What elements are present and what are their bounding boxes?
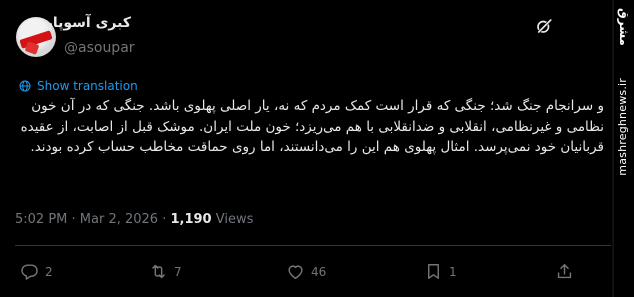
reply-icon bbox=[21, 264, 38, 280]
reply-button[interactable]: 2 bbox=[20, 262, 53, 281]
globe-icon bbox=[19, 80, 31, 92]
bookmark-button[interactable]: 1 bbox=[424, 262, 457, 281]
repost-button[interactable]: 7 bbox=[149, 262, 182, 281]
author-display-name[interactable]: کبری آسوپار bbox=[45, 15, 131, 31]
bookmark-count: 1 bbox=[449, 264, 457, 279]
bookmark-icon bbox=[428, 264, 439, 279]
repost-icon bbox=[152, 264, 165, 279]
watermark-logo: مشرق bbox=[617, 8, 631, 46]
reply-count: 2 bbox=[45, 264, 53, 279]
show-translation-label: Show translation bbox=[37, 79, 138, 93]
repost-count: 7 bbox=[174, 264, 182, 279]
views-count: 1,190 bbox=[170, 212, 212, 227]
author-handle[interactable]: @asoupar bbox=[64, 40, 135, 56]
tweet-meta: 5:02 PM · Mar 2, 2026 · 1,190 Views bbox=[15, 212, 253, 227]
share-button[interactable] bbox=[555, 262, 574, 281]
like-count: 46 bbox=[311, 264, 327, 279]
like-button[interactable]: 46 bbox=[286, 262, 326, 281]
tweet: کبری آسوپار @asoupar Show translation و … bbox=[0, 0, 614, 297]
divider bbox=[15, 245, 611, 246]
watermark-site: mashreghnews.ir bbox=[616, 78, 629, 176]
views-label: Views bbox=[215, 212, 254, 227]
show-translation-link[interactable]: Show translation bbox=[19, 79, 138, 93]
meta-separator: · bbox=[71, 212, 80, 227]
tweet-date[interactable]: Mar 2, 2026 bbox=[80, 212, 158, 227]
heart-icon bbox=[288, 265, 303, 279]
watermark: مشرق mashreghnews.ir bbox=[614, 0, 634, 297]
grok-icon[interactable] bbox=[535, 17, 553, 35]
share-icon bbox=[557, 264, 572, 279]
tweet-time[interactable]: 5:02 PM bbox=[15, 212, 67, 227]
tweet-text: و سرانجام جنگ شد؛ جنگی که قرار است کمک م… bbox=[20, 98, 604, 155]
action-bar: 2 7 46 1 bbox=[0, 262, 614, 284]
